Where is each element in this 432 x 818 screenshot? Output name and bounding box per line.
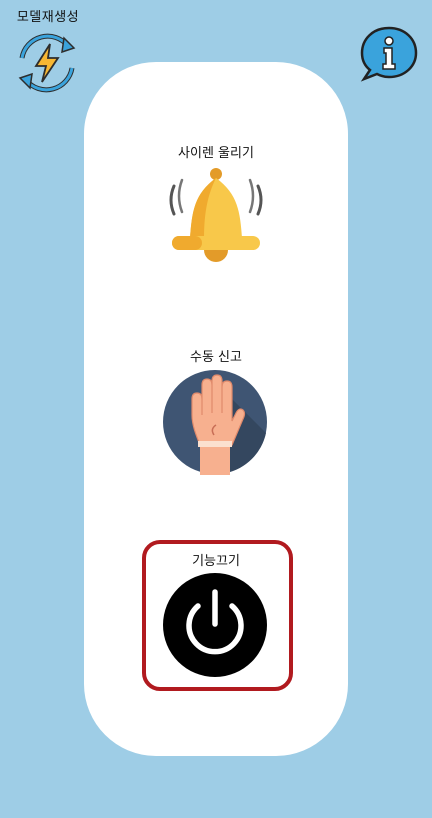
action-panel: 사이렌 울리기 수동 신고 기능끄기: [84, 62, 348, 756]
raised-hand-icon[interactable]: [162, 369, 268, 475]
power-off-label: 기능끄기: [192, 554, 240, 569]
siren-label: 사이렌 울리기: [178, 146, 254, 161]
regen-model-label-wrap: 모델재생성: [8, 6, 88, 25]
bell-icon[interactable]: [164, 166, 268, 274]
regenerate-model-icon[interactable]: [12, 28, 82, 98]
regen-model-label: 모델재생성: [16, 10, 80, 25]
power-icon[interactable]: [162, 572, 268, 678]
manual-report-label: 수동 신고: [190, 350, 242, 365]
info-icon[interactable]: [358, 24, 420, 82]
